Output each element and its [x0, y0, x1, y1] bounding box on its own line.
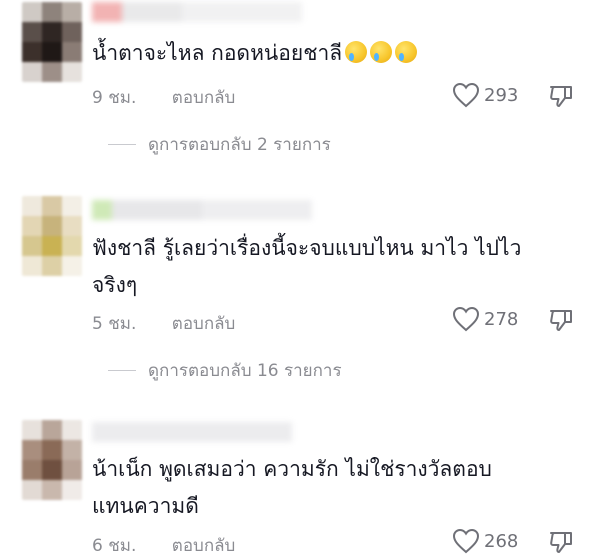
comment-time: 5 ชม. [92, 314, 137, 334]
like-button[interactable]: 278 [452, 306, 518, 332]
thumbs-down-outline-icon [550, 532, 572, 553]
heart-outline-icon [452, 82, 480, 108]
comment-text-content: น้ำตาจะไหล กอดหน่อยชาลี [92, 41, 343, 65]
avatar[interactable] [22, 196, 82, 276]
thumbs-down-outline-icon [550, 310, 572, 331]
dislike-button[interactable] [548, 307, 574, 337]
divider [108, 144, 136, 145]
comment-meta: 6 ชม. ตอบกลับ [92, 532, 235, 559]
view-replies-label: ดูการตอบกลับ 2 รายการ [148, 135, 331, 155]
comment-meta: 9 ชม. ตอบกลับ [92, 84, 235, 111]
view-replies-button[interactable]: ดูการตอบกลับ 2 รายการ [108, 131, 331, 158]
reply-button[interactable]: ตอบกลับ [172, 314, 236, 334]
comment-text-line-2: แทนความดี [92, 494, 199, 518]
comment-text: น้ำตาจะไหล กอดหน่อยชาลี [92, 35, 582, 72]
comment-time: 9 ชม. [92, 88, 137, 108]
comment-text: ฟังชาลี รู้เลยว่าเรื่องนี้จะจบแบบไหน มาไ… [92, 230, 582, 304]
dislike-button[interactable] [548, 83, 574, 113]
comment-time: 6 ชม. [92, 536, 137, 556]
username-blurred[interactable] [92, 200, 312, 220]
crying-smile-emoji-icon [345, 41, 368, 63]
crying-smile-emoji-icon [370, 41, 393, 63]
avatar[interactable] [22, 420, 82, 500]
comment-text-line-2: จริงๆ [92, 273, 138, 297]
divider [108, 370, 136, 371]
view-replies-button[interactable]: ดูการตอบกลับ 16 รายการ [108, 357, 342, 384]
like-button[interactable]: 268 [452, 528, 518, 554]
avatar[interactable] [22, 2, 82, 82]
comment-text: น้าเน็ก พูดเสมอว่า ความรัก ไม่ใช่รางวัลต… [92, 451, 582, 525]
crying-smile-emoji-icon [395, 41, 418, 63]
comment-meta: 5 ชม. ตอบกลับ [92, 310, 235, 337]
reply-button[interactable]: ตอบกลับ [172, 88, 236, 108]
comment-text-line-1: ฟังชาลี รู้เลยว่าเรื่องนี้จะจบแบบไหน มาไ… [92, 236, 522, 260]
like-count: 268 [484, 530, 519, 552]
view-replies-label: ดูการตอบกลับ 16 รายการ [148, 361, 342, 381]
like-button[interactable]: 293 [452, 82, 518, 108]
heart-outline-icon [452, 306, 480, 332]
thumbs-down-outline-icon [550, 86, 572, 107]
dislike-button[interactable] [548, 529, 574, 559]
comment-text-line-1: น้าเน็ก พูดเสมอว่า ความรัก ไม่ใช่รางวัลต… [92, 457, 492, 481]
like-count: 278 [484, 308, 519, 330]
like-count: 293 [484, 84, 519, 106]
username-blurred[interactable] [92, 422, 292, 442]
heart-outline-icon [452, 528, 480, 554]
username-blurred[interactable] [92, 2, 302, 22]
reply-button[interactable]: ตอบกลับ [172, 536, 236, 556]
